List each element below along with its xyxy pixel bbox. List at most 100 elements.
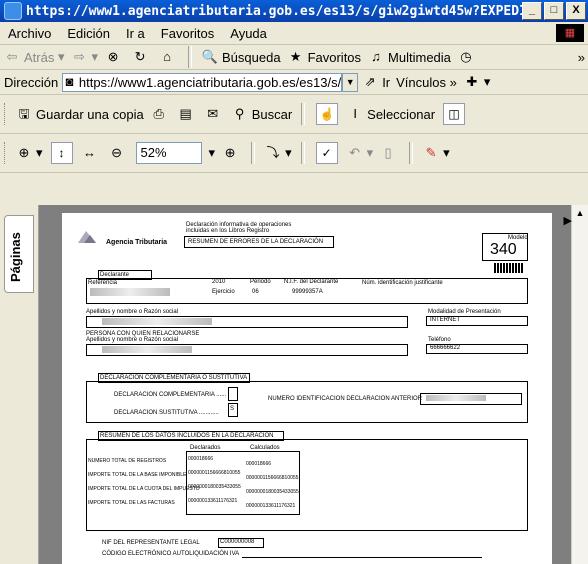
- modelo-number: 340: [490, 241, 517, 258]
- undo-button[interactable]: ↶ ▾: [343, 144, 377, 162]
- go-button[interactable]: ⇗ Ir: [358, 73, 393, 91]
- menu-ayuda[interactable]: Ayuda: [222, 26, 275, 41]
- address-dropdown-button[interactable]: ▼: [342, 72, 359, 92]
- periodo-value: 06: [252, 289, 259, 295]
- referencia-label: Referencia: [88, 280, 118, 286]
- apellidos2-label: Apellidos y nombre o Razón social: [86, 337, 179, 343]
- vertical-scrollbar[interactable]: ▲: [571, 205, 588, 564]
- extension-button[interactable]: ✚ ▾: [460, 73, 494, 91]
- pages-tab[interactable]: Páginas: [4, 215, 34, 293]
- close-button[interactable]: X: [566, 2, 586, 20]
- spellcheck-icon: ✓: [315, 142, 338, 164]
- extension-icon: ✚: [466, 74, 478, 89]
- row-calculated: 000018666: [246, 461, 272, 467]
- refresh-button[interactable]: ↻: [128, 48, 155, 66]
- nif-rep-value: C000000008: [220, 539, 255, 545]
- row-declared: 0000000180035433055: [188, 484, 241, 490]
- forward-arrow-icon: ⇨: [74, 49, 85, 64]
- separator: [300, 142, 305, 164]
- page-button[interactable]: ▯: [376, 144, 403, 162]
- fit-page-button[interactable]: ↕: [46, 142, 78, 164]
- zoom-in-button[interactable]: ⊕: [218, 144, 245, 162]
- links-button[interactable]: Vínculos »: [393, 75, 460, 90]
- search-label: Búsqueda: [222, 49, 281, 65]
- snapshot-button[interactable]: ◫: [438, 103, 470, 125]
- find-button[interactable]: ⚲ Buscar: [228, 105, 295, 123]
- menu-archivo[interactable]: Archivo: [0, 26, 59, 41]
- email-button[interactable]: ✉: [201, 105, 228, 123]
- menu-favoritos[interactable]: Favoritos: [153, 26, 222, 41]
- menu-edicion[interactable]: Edición: [59, 26, 118, 41]
- pdf-toolbar-1: 🖫 Guardar una copia ⎙ ▤ ✉ ⚲ Buscar ☝ I Sele…: [0, 95, 588, 134]
- panel-expand-arrow[interactable]: ▶: [564, 214, 572, 227]
- modalidad-value: INTERNET: [430, 317, 460, 323]
- row-declared: 000018666: [188, 456, 214, 462]
- back-label: Atrás: [24, 49, 55, 65]
- decl-title-2: incluidas en los Libros Registro: [186, 228, 270, 234]
- hand-tool-button[interactable]: ☝: [311, 103, 343, 125]
- binoculars-icon: ⚲: [234, 106, 245, 121]
- window-title: https://www1.agenciatributaria.gob.es/es…: [26, 3, 522, 19]
- separator: [188, 46, 193, 68]
- scroll-up-button[interactable]: ▲: [572, 205, 588, 221]
- toolbar-grip: [4, 142, 8, 164]
- media-button[interactable]: ♫ Multimedia: [364, 48, 454, 66]
- agency-logo-icon: [78, 231, 96, 243]
- resumen-box: [86, 439, 528, 531]
- select-tool-button[interactable]: I Seleccionar: [343, 105, 438, 123]
- floppy-icon: 🖫: [18, 106, 30, 121]
- barcode: [494, 263, 524, 273]
- referencia-value: [90, 288, 170, 296]
- search-button[interactable]: 🔍 Búsqueda: [198, 48, 284, 66]
- home-button[interactable]: ⌂: [155, 48, 182, 66]
- more-chevron-button[interactable]: »: [575, 50, 588, 65]
- address-url: https://www1.agenciatributaria.gob.es/es…: [78, 74, 342, 90]
- stop-icon: ⊗: [107, 49, 119, 64]
- row-label: IMPORTE TOTAL DE LAS FACTURAS: [88, 500, 175, 506]
- maximize-button[interactable]: □: [544, 2, 564, 20]
- zoom-dropdown-button[interactable]: ▾: [206, 145, 219, 161]
- zoom-out-button[interactable]: ⊖: [105, 144, 132, 162]
- save-copy-button[interactable]: 🖫 Guardar una copia: [12, 105, 147, 123]
- search-icon: 🔍: [201, 49, 219, 64]
- row-declared: 0000001156666810055: [188, 470, 241, 476]
- zoom-out-icon: ⊖: [111, 145, 122, 160]
- codigo-line: [242, 549, 482, 558]
- rotate-button[interactable]: ⤵ ▾: [261, 144, 295, 162]
- minimize-button[interactable]: _: [522, 2, 542, 20]
- page-icon: ▯: [384, 145, 392, 160]
- nif-value: 99999357A: [292, 289, 323, 295]
- zoom-input[interactable]: 52%: [135, 142, 202, 164]
- fit-width-button[interactable]: ↔: [78, 144, 105, 162]
- zoom-tool-button[interactable]: ⊕ ▾: [12, 144, 46, 162]
- row-calculated: 000000133611176321: [246, 503, 296, 509]
- stop-button[interactable]: ⊗: [101, 48, 128, 66]
- go-arrow-icon: ⇗: [364, 74, 376, 89]
- address-input[interactable]: ◙ https://www1.agenciatributaria.gob.es/e…: [62, 72, 343, 92]
- forward-button[interactable]: ⇨ ▾: [67, 48, 101, 66]
- row-calculated: 0000001156666810055: [246, 475, 299, 481]
- back-button[interactable]: ⇦ Atrás ▾: [0, 48, 67, 66]
- zoom-in-icon: ⊕: [18, 145, 30, 160]
- modalidad-label: Modalidad de Presentación: [428, 309, 501, 315]
- apellidos-value: [102, 318, 212, 325]
- history-button[interactable]: ◷: [454, 48, 481, 66]
- separator: [251, 142, 256, 164]
- separator: [301, 103, 306, 125]
- links-label: Vínculos: [396, 74, 447, 90]
- refresh-icon: ↻: [134, 49, 146, 64]
- codigo-label: CÓDIGO ELECTRÓNICO AUTOLIQUIDACIÓN IVA: [102, 551, 240, 557]
- plus-circle-icon: ⊕: [224, 145, 236, 160]
- save-copy-label: Guardar una copia: [36, 106, 144, 122]
- comp-label: DECLARACION COMPLEMENTARIA ......: [114, 392, 227, 398]
- pdf-page: Agencia Tributaria Declaración informati…: [62, 213, 552, 564]
- pen-button[interactable]: ✎ ▾: [419, 144, 453, 162]
- summary-errors: RESUMEN DE ERRORES DE LA DECLARACIÓN: [188, 239, 324, 245]
- spellcheck-button[interactable]: ✓: [311, 142, 343, 164]
- menu-ir-a[interactable]: Ir a: [118, 26, 153, 41]
- organizer-button[interactable]: ▤: [174, 105, 201, 123]
- telefono-value: 666666622: [430, 345, 461, 351]
- title-bar: https://www1.agenciatributaria.gob.es/es…: [0, 0, 588, 22]
- favorites-button[interactable]: ★ Favoritos: [284, 48, 364, 66]
- print-button[interactable]: ⎙: [147, 105, 174, 123]
